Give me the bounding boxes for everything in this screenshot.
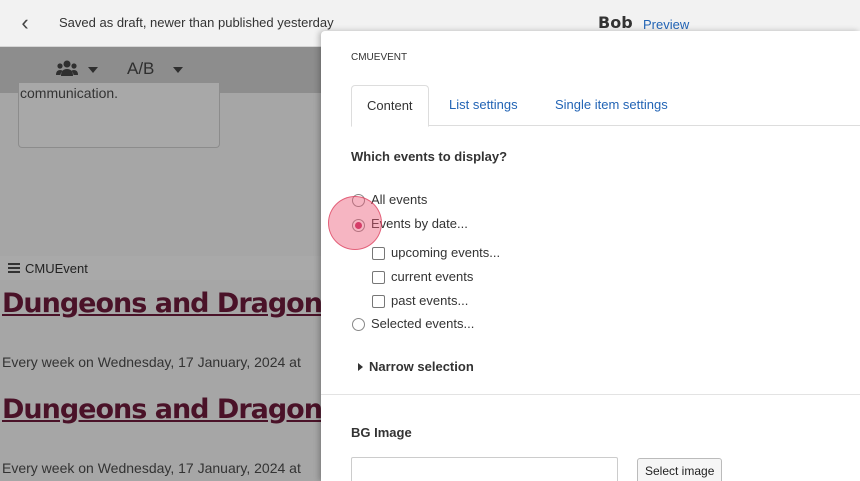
block-label[interactable]: CMUEvent xyxy=(0,256,330,280)
event-date: Every week on Wednesday, 17 January, 202… xyxy=(2,354,301,370)
drag-handle-icon[interactable] xyxy=(8,263,20,273)
event-title[interactable]: Dungeons and Dragons: xyxy=(2,288,348,319)
section-divider xyxy=(321,394,860,395)
tab-single-item-settings[interactable]: Single item settings xyxy=(555,85,668,125)
tab-content[interactable]: Content xyxy=(351,85,429,127)
bg-image-label: BG Image xyxy=(351,425,412,440)
block-label-text: CMUEvent xyxy=(25,261,88,276)
option-all-events-label[interactable]: All events xyxy=(371,192,427,207)
save-status: Saved as draft, newer than published yes… xyxy=(59,15,334,30)
checkbox-past-events[interactable] xyxy=(372,295,385,308)
radio-all-events[interactable] xyxy=(352,194,365,207)
radio-selected-events[interactable] xyxy=(352,318,365,331)
event-title[interactable]: Dungeons and Dragons: xyxy=(2,394,348,425)
tab-list-settings[interactable]: List settings xyxy=(449,85,518,125)
select-image-button[interactable]: Select image xyxy=(637,458,723,481)
events-question: Which events to display? xyxy=(351,149,508,164)
user-name: Bob xyxy=(598,13,633,32)
option-events-by-date-label[interactable]: Events by date... xyxy=(371,216,468,231)
preview-link[interactable]: Preview xyxy=(643,17,689,32)
settings-tabs: Content List settings Single item settin… xyxy=(351,85,860,127)
group-icon[interactable] xyxy=(56,59,78,79)
checkbox-current-events[interactable] xyxy=(372,271,385,284)
card-text: communication. xyxy=(20,85,119,101)
block-settings-panel: CMUEVENT Content List settings Single it… xyxy=(321,31,860,481)
checkbox-upcoming-events[interactable] xyxy=(372,247,385,260)
ab-test-menu[interactable]: A/B xyxy=(127,59,154,79)
radio-events-by-date[interactable] xyxy=(352,219,365,232)
option-selected-events-label[interactable]: Selected events... xyxy=(371,316,474,331)
event-date: Every week on Wednesday, 17 January, 202… xyxy=(2,460,301,476)
current-events-label[interactable]: current events xyxy=(391,269,473,284)
past-events-label[interactable]: past events... xyxy=(391,293,468,308)
bg-image-input[interactable] xyxy=(351,457,618,481)
upcoming-events-label[interactable]: upcoming events... xyxy=(391,245,500,260)
chevron-down-icon[interactable] xyxy=(173,67,183,73)
panel-label: CMUEVENT xyxy=(351,52,408,63)
caret-right-icon[interactable] xyxy=(358,363,363,371)
chevron-down-icon[interactable] xyxy=(88,67,98,73)
narrow-selection-toggle[interactable]: Narrow selection xyxy=(369,359,474,374)
back-button[interactable]: ‹ xyxy=(14,10,36,36)
